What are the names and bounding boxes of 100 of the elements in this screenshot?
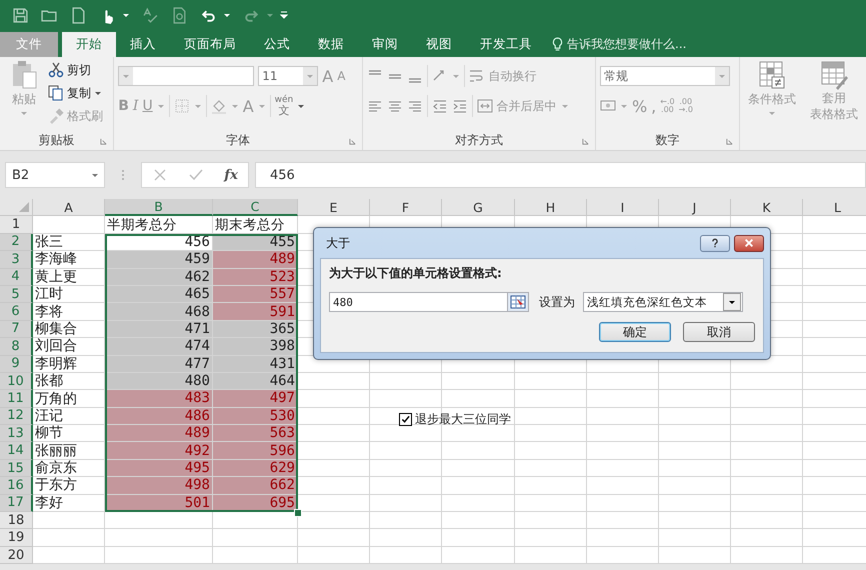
merge-icon[interactable] bbox=[476, 98, 493, 114]
conditional-format-label[interactable]: 条件格式 bbox=[748, 91, 796, 108]
name-box[interactable]: B2 bbox=[5, 162, 105, 188]
row-header[interactable]: 14 bbox=[0, 442, 33, 460]
row-header[interactable]: 12 bbox=[0, 408, 33, 426]
row-header[interactable]: 2 bbox=[0, 234, 33, 252]
column-header[interactable]: G bbox=[442, 199, 515, 216]
help-button[interactable] bbox=[700, 234, 730, 252]
launcher-icon[interactable] bbox=[726, 138, 733, 145]
row-header[interactable]: 3 bbox=[0, 251, 33, 269]
decrease-decimal-button[interactable]: .00 →.0 bbox=[678, 98, 693, 114]
column-header[interactable]: F bbox=[370, 199, 442, 216]
brush-icon[interactable] bbox=[48, 108, 64, 124]
column-header[interactable]: J bbox=[659, 199, 731, 216]
format-dropdown[interactable]: 浅红填充色深红色文本 bbox=[583, 292, 743, 312]
row-header[interactable]: 15 bbox=[0, 460, 33, 478]
format-as-table-label[interactable]: 套用 表格格式 bbox=[810, 91, 858, 122]
cancel-button[interactable]: 取消 bbox=[683, 322, 755, 342]
range-select-icon[interactable] bbox=[510, 295, 526, 309]
ribbon-tab[interactable]: 插入 bbox=[116, 32, 170, 57]
caret-icon[interactable] bbox=[91, 171, 99, 179]
number-format-field[interactable]: 常规 bbox=[600, 66, 730, 86]
launcher-icon[interactable] bbox=[582, 138, 589, 145]
column-header[interactable]: C bbox=[213, 199, 298, 216]
caret-icon[interactable] bbox=[223, 11, 231, 19]
italic-button[interactable]: I bbox=[132, 98, 138, 114]
column-header[interactable]: I bbox=[587, 199, 659, 216]
spelling-icon[interactable] bbox=[142, 6, 159, 24]
comma-button[interactable]: , bbox=[651, 96, 656, 116]
row-header[interactable]: 20 bbox=[0, 546, 33, 564]
column-header[interactable]: K bbox=[731, 199, 803, 216]
row-header[interactable]: 8 bbox=[0, 338, 33, 356]
row-header[interactable]: 13 bbox=[0, 425, 33, 442]
column-header[interactable]: A bbox=[33, 199, 105, 216]
row-header[interactable]: 4 bbox=[0, 268, 33, 286]
row-header[interactable]: 9 bbox=[0, 356, 33, 373]
copy-label[interactable]: 复制 bbox=[67, 84, 91, 102]
column-header[interactable]: L bbox=[803, 199, 866, 216]
row-header[interactable]: 18 bbox=[0, 512, 33, 530]
row-header[interactable]: 1 bbox=[0, 216, 33, 234]
row-header[interactable]: 11 bbox=[0, 390, 33, 408]
row-header[interactable]: 19 bbox=[0, 529, 33, 547]
insert-function-button[interactable]: fx bbox=[224, 167, 238, 183]
increase-decimal-button[interactable]: ←.0 .00 bbox=[660, 98, 675, 114]
checkbox[interactable] bbox=[399, 413, 412, 426]
font-name-field[interactable] bbox=[118, 66, 254, 86]
font-color-button[interactable]: A bbox=[242, 96, 254, 116]
close-icon[interactable] bbox=[152, 167, 168, 183]
cut-label[interactable]: 剪切 bbox=[67, 62, 91, 78]
magnifier-page-icon[interactable] bbox=[171, 6, 188, 24]
ribbon-tab[interactable]: 页面布局 bbox=[170, 32, 250, 57]
underline-button[interactable]: U bbox=[142, 98, 153, 114]
fill-bucket-icon[interactable] bbox=[210, 98, 227, 114]
grow-font-button[interactable]: A bbox=[322, 66, 334, 86]
paste-label[interactable]: 粘贴 bbox=[12, 91, 36, 108]
column-header[interactable]: H bbox=[515, 199, 587, 216]
tell-me-field[interactable]: 告诉我您想要做什么... bbox=[567, 36, 686, 53]
phonetic-button[interactable]: wén 文 bbox=[274, 96, 294, 116]
document-icon[interactable] bbox=[70, 6, 87, 24]
launcher-icon[interactable] bbox=[348, 138, 356, 145]
conditional-format-icon[interactable] bbox=[758, 60, 786, 90]
scissors-icon[interactable] bbox=[48, 62, 64, 78]
row-header[interactable]: 5 bbox=[0, 286, 33, 304]
select-all-button[interactable] bbox=[0, 199, 33, 216]
merge-center-label[interactable]: 合并后居中 bbox=[496, 98, 557, 114]
wrap-text-icon[interactable] bbox=[468, 68, 485, 84]
table-format-icon[interactable] bbox=[820, 60, 848, 90]
ribbon-tab[interactable]: 视图 bbox=[412, 32, 466, 57]
column-header[interactable]: B bbox=[105, 199, 213, 216]
checkbox-label[interactable]: 退步最大三位同学 bbox=[415, 411, 511, 428]
ribbon-tab[interactable]: 开始 bbox=[62, 32, 116, 57]
close-button[interactable] bbox=[734, 234, 764, 252]
fill-handle[interactable] bbox=[294, 509, 302, 518]
file-tab[interactable]: 文件 bbox=[0, 32, 58, 57]
percent-button[interactable]: % bbox=[632, 96, 648, 116]
clipboard-icon[interactable] bbox=[10, 60, 38, 90]
border-icon[interactable] bbox=[174, 98, 190, 114]
wrap-text-label[interactable]: 自动换行 bbox=[488, 68, 537, 84]
ok-button[interactable]: 确定 bbox=[599, 322, 671, 342]
bold-button[interactable]: B bbox=[118, 98, 129, 114]
ribbon-tab[interactable]: 公式 bbox=[250, 32, 304, 57]
launcher-icon[interactable] bbox=[100, 138, 108, 145]
copy-icon[interactable] bbox=[48, 85, 64, 101]
value-field[interactable]: 480 bbox=[329, 292, 529, 312]
font-size-field[interactable]: 11 bbox=[258, 66, 318, 86]
row-header[interactable]: 17 bbox=[0, 494, 33, 512]
row-header[interactable]: 16 bbox=[0, 477, 33, 495]
ribbon-tab[interactable]: 数据 bbox=[304, 32, 358, 57]
row-header[interactable]: 7 bbox=[0, 320, 33, 338]
drag-handle-icon[interactable] bbox=[121, 168, 125, 182]
row-header[interactable]: 10 bbox=[0, 372, 33, 390]
increase-indent-icon[interactable] bbox=[452, 98, 468, 114]
caret-icon[interactable] bbox=[94, 89, 102, 97]
column-header[interactable]: E bbox=[298, 199, 370, 216]
caret-icon[interactable] bbox=[122, 11, 130, 19]
customize-icon[interactable] bbox=[280, 11, 288, 19]
ribbon-tab[interactable]: 审阅 bbox=[358, 32, 412, 57]
ribbon-tab[interactable]: 开发工具 bbox=[466, 32, 546, 57]
formula-field[interactable]: 456 bbox=[255, 162, 866, 188]
shrink-font-button[interactable]: A bbox=[337, 69, 346, 83]
